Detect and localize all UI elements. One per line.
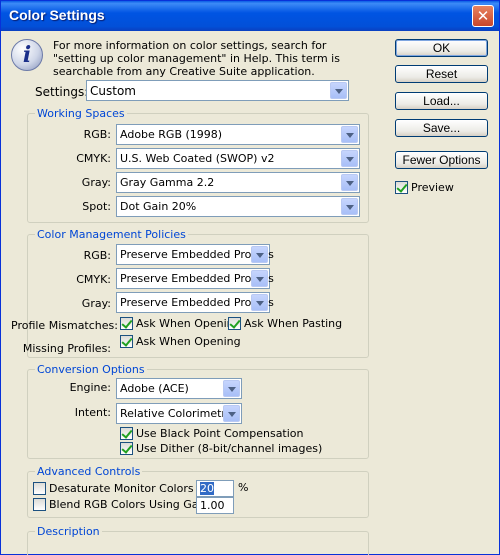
checkmark-icon[interactable] [120,317,133,330]
engine-select[interactable]: Adobe (ACE) [116,378,242,399]
info-icon: i [11,39,43,71]
ws-gray-label: Gray: [81,176,111,189]
conversion-title: Conversion Options [35,363,147,376]
chevron-down-icon[interactable] [341,126,358,143]
dither-label: Use Dither (8-bit/channel images) [136,442,323,455]
settings-value: Custom [90,84,136,98]
info-text: For more information on color settings, … [53,39,340,78]
chevron-down-icon[interactable] [251,246,268,263]
cmp-gray-label: Gray: [81,297,111,310]
black-point-label: Use Black Point Compensation [136,427,304,440]
desaturate-label: Desaturate Monitor Colors By: [49,482,215,495]
description-title: Description [35,525,102,538]
blend-gamma-input[interactable]: 1.00 [196,497,234,514]
ask-when-opening-checkbox[interactable]: Ask When Opening [120,317,241,330]
chevron-down-icon[interactable] [341,174,358,191]
black-point-checkbox[interactable]: Use Black Point Compensation [120,427,304,440]
desaturate-input[interactable]: 20 [196,480,234,497]
cmp-cmyk-label: CMYK: [76,273,111,286]
checkmark-icon[interactable] [228,317,241,330]
cmp-rgb-label: RGB: [83,249,111,262]
ws-spot-value: Dot Gain 20% [120,200,197,213]
settings-label: Settings: [35,85,89,99]
policies-title: Color Management Policies [35,228,188,241]
chevron-down-icon[interactable] [223,405,240,422]
checkmark-icon[interactable] [120,335,133,348]
save-button[interactable]: Save... [395,119,488,137]
ws-rgb-label: RGB: [83,128,111,141]
chevron-down-icon[interactable] [330,82,347,99]
close-icon[interactable]: ✕ [472,5,494,27]
cmp-rgb-select[interactable]: Preserve Embedded Profiles [116,244,274,265]
ws-cmyk-label: CMYK: [76,152,111,165]
preview-check-icon[interactable] [395,181,408,194]
checkmark-icon[interactable] [120,427,133,440]
ask-when-pasting-label: Ask When Pasting [244,317,343,330]
preview-checkbox[interactable]: Preview [395,181,454,194]
percent-label: % [238,481,249,494]
desaturate-value: 20 [200,482,214,495]
ws-spot-select[interactable]: Dot Gain 20% [116,196,360,217]
missing-ask-when-opening-label: Ask When Opening [136,335,241,348]
ws-rgb-select[interactable]: Adobe RGB (1998) [116,124,360,145]
dither-checkbox[interactable]: Use Dither (8-bit/channel images) [120,442,322,455]
checkbox-icon[interactable] [33,498,46,511]
ok-button[interactable]: OK [395,39,488,57]
chevron-down-icon[interactable] [341,198,358,215]
intent-label: Intent: [74,406,111,419]
preview-label: Preview [411,181,454,194]
desaturate-checkbox[interactable]: Desaturate Monitor Colors By: [33,482,214,495]
window-title: Color Settings [9,7,105,23]
missing-profiles-label: Missing Profiles: [22,342,111,355]
missing-ask-when-opening-checkbox[interactable]: Ask When Opening [120,335,241,348]
color-settings-dialog: Color Settings ✕ i For more information … [0,0,500,555]
advanced-title: Advanced Controls [35,465,143,478]
ws-gray-select[interactable]: Gray Gamma 2.2 [116,172,360,193]
engine-value: Adobe (ACE) [120,382,189,395]
load-button[interactable]: Load... [395,92,488,110]
chevron-down-icon[interactable] [251,294,268,311]
ask-when-pasting-checkbox[interactable]: Ask When Pasting [228,317,342,330]
chevron-down-icon[interactable] [251,270,268,287]
settings-select[interactable]: Custom [86,80,349,101]
checkbox-icon[interactable] [33,482,46,495]
intent-value: Relative Colorimetric [120,407,236,420]
reset-button[interactable]: Reset [395,65,488,83]
ws-cmyk-select[interactable]: U.S. Web Coated (SWOP) v2 [116,148,360,169]
ws-cmyk-value: U.S. Web Coated (SWOP) v2 [120,152,275,165]
checkmark-icon[interactable] [120,442,133,455]
ws-gray-value: Gray Gamma 2.2 [120,176,215,189]
fewer-options-button[interactable]: Fewer Options [395,151,488,169]
profile-mismatches-label: Profile Mismatches: [11,319,118,332]
blend-gamma-value: 1.00 [200,499,225,512]
cmp-gray-select[interactable]: Preserve Embedded Profiles [116,292,274,313]
ask-when-opening-label: Ask When Opening [136,317,241,330]
chevron-down-icon[interactable] [223,380,240,397]
intent-select[interactable]: Relative Colorimetric [116,403,242,424]
working-spaces-title: Working Spaces [35,107,127,120]
chevron-down-icon[interactable] [341,150,358,167]
engine-label: Engine: [69,381,111,394]
cmp-cmyk-select[interactable]: Preserve Embedded Profiles [116,268,274,289]
ws-spot-label: Spot: [82,200,111,213]
ws-rgb-value: Adobe RGB (1998) [120,128,223,141]
title-bar[interactable]: Color Settings ✕ [1,1,499,31]
